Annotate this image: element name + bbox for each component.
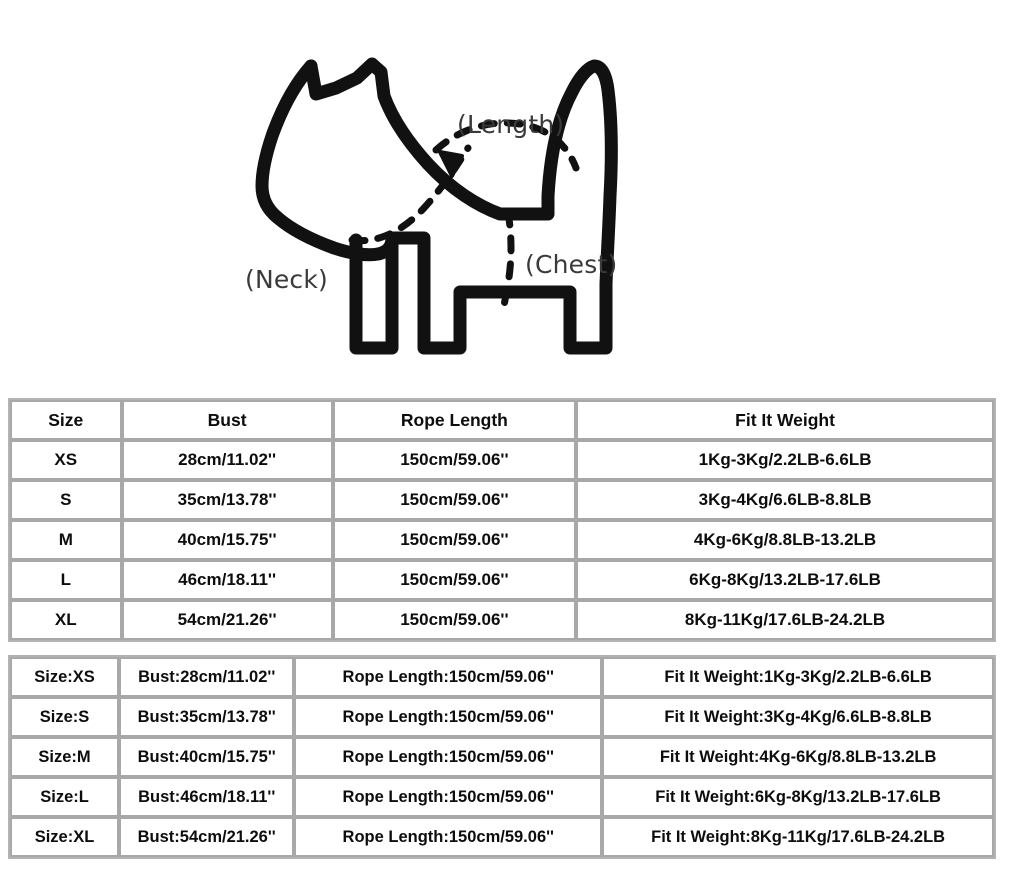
- table-row: Size:L Bust:46cm/18.11'' Rope Length:150…: [10, 777, 994, 817]
- table-row: Size:XS Bust:28cm/11.02'' Rope Length:15…: [10, 657, 994, 697]
- table-row: Size:M Bust:40cm/15.75'' Rope Length:150…: [10, 737, 994, 777]
- cell-size: XL: [10, 600, 122, 640]
- cell-rope-labeled: Rope Length:150cm/59.06'': [294, 697, 603, 737]
- table-row: M 40cm/15.75'' 150cm/59.06'' 4Kg-6Kg/8.8…: [10, 520, 994, 560]
- cell-weight-labeled: Fit It Weight:3Kg-4Kg/6.6LB-8.8LB: [602, 697, 994, 737]
- cell-rope-labeled: Rope Length:150cm/59.06'': [294, 817, 603, 857]
- cell-bust-labeled: Bust:28cm/11.02'': [119, 657, 295, 697]
- cell-weight-labeled: Fit It Weight:1Kg-3Kg/2.2LB-6.6LB: [602, 657, 994, 697]
- cell-weight-labeled: Fit It Weight:4Kg-6Kg/8.8LB-13.2LB: [602, 737, 994, 777]
- cell-bust-labeled: Bust:54cm/21.26'': [119, 817, 295, 857]
- cell-weight-labeled: Fit It Weight:6Kg-8Kg/13.2LB-17.6LB: [602, 777, 994, 817]
- cell-bust: 46cm/18.11'': [121, 560, 333, 600]
- cell-weight-labeled: Fit It Weight:8Kg-11Kg/17.6LB-24.2LB: [602, 817, 994, 857]
- cell-bust-labeled: Bust:40cm/15.75'': [119, 737, 295, 777]
- cell-bust: 40cm/15.75'': [121, 520, 333, 560]
- cell-size: XS: [10, 440, 122, 480]
- table-row: S 35cm/13.78'' 150cm/59.06'' 3Kg-4Kg/6.6…: [10, 480, 994, 520]
- cell-rope: 150cm/59.06'': [332, 560, 577, 600]
- table-header-row: Size Bust Rope Length Fit It Weight: [10, 400, 994, 440]
- cell-rope: 150cm/59.06'': [332, 480, 577, 520]
- cell-bust-labeled: Bust:46cm/18.11'': [119, 777, 295, 817]
- cell-rope: 150cm/59.06'': [332, 600, 577, 640]
- cell-size-labeled: Size:M: [10, 737, 120, 777]
- header-size: Size: [10, 400, 122, 440]
- cell-bust: 35cm/13.78'': [121, 480, 333, 520]
- label-neck: (Neck): [245, 265, 328, 294]
- table-row: Size:XL Bust:54cm/21.26'' Rope Length:15…: [10, 817, 994, 857]
- cell-size-labeled: Size:S: [10, 697, 120, 737]
- cell-size: L: [10, 560, 122, 600]
- cell-size-labeled: Size:XS: [10, 657, 120, 697]
- cell-rope-labeled: Rope Length:150cm/59.06'': [294, 657, 603, 697]
- header-fit-it-weight: Fit It Weight: [576, 400, 994, 440]
- size-chart-labeled-table: Size:XS Bust:28cm/11.02'' Rope Length:15…: [8, 655, 996, 859]
- cell-weight: 8Kg-11Kg/17.6LB-24.2LB: [576, 600, 994, 640]
- cell-size: S: [10, 480, 122, 520]
- label-length: (Length): [457, 110, 564, 139]
- header-rope-length: Rope Length: [332, 400, 577, 440]
- cell-bust-labeled: Bust:35cm/13.78'': [119, 697, 295, 737]
- table-row: XS 28cm/11.02'' 150cm/59.06'' 1Kg-3Kg/2.…: [10, 440, 994, 480]
- cell-rope: 150cm/59.06'': [332, 440, 577, 480]
- cell-weight: 6Kg-8Kg/13.2LB-17.6LB: [576, 560, 994, 600]
- dog-measurement-illustration: (Length) (Neck) (Chest): [0, 0, 1024, 392]
- table-row: L 46cm/18.11'' 150cm/59.06'' 6Kg-8Kg/13.…: [10, 560, 994, 600]
- cell-size-labeled: Size:L: [10, 777, 120, 817]
- label-chest: (Chest): [525, 250, 617, 279]
- cell-bust: 28cm/11.02'': [121, 440, 333, 480]
- cell-rope-labeled: Rope Length:150cm/59.06'': [294, 737, 603, 777]
- table-row: XL 54cm/21.26'' 150cm/59.06'' 8Kg-11Kg/1…: [10, 600, 994, 640]
- cell-weight: 1Kg-3Kg/2.2LB-6.6LB: [576, 440, 994, 480]
- cell-bust: 54cm/21.26'': [121, 600, 333, 640]
- dog-outline-icon: [255, 57, 618, 355]
- dog-figure-svg: (Length) (Neck) (Chest): [245, 57, 618, 355]
- cell-weight: 3Kg-4Kg/6.6LB-8.8LB: [576, 480, 994, 520]
- table-row: Size:S Bust:35cm/13.78'' Rope Length:150…: [10, 697, 994, 737]
- cell-weight: 4Kg-6Kg/8.8LB-13.2LB: [576, 520, 994, 560]
- cell-rope: 150cm/59.06'': [332, 520, 577, 560]
- cell-size-labeled: Size:XL: [10, 817, 120, 857]
- cell-size: M: [10, 520, 122, 560]
- header-bust: Bust: [121, 400, 333, 440]
- cell-rope-labeled: Rope Length:150cm/59.06'': [294, 777, 603, 817]
- size-chart-table: Size Bust Rope Length Fit It Weight XS 2…: [8, 398, 996, 642]
